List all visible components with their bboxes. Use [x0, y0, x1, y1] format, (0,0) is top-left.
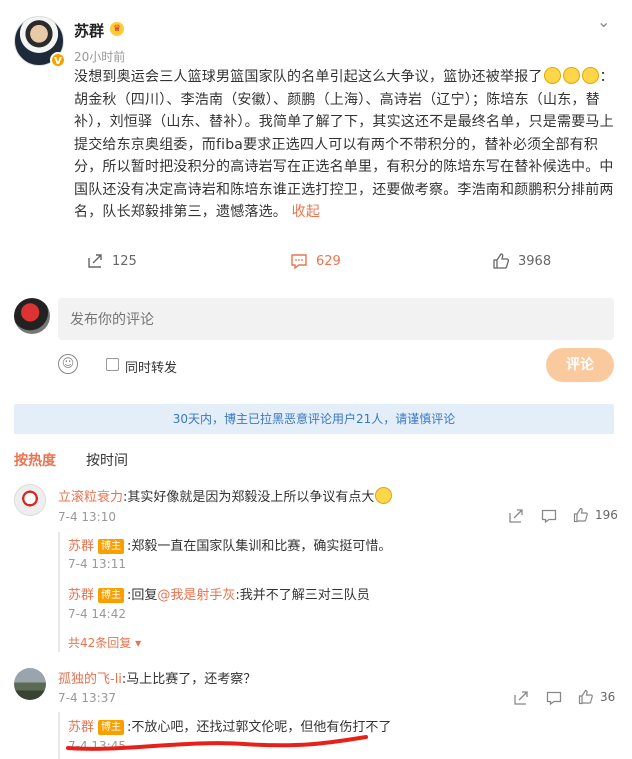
like-count: 3968 — [518, 253, 552, 269]
comment-body: :马上比赛了，还考察？ — [121, 672, 257, 687]
reply-prefix: :回复 — [127, 588, 158, 603]
repost-checkbox[interactable] — [106, 358, 119, 371]
forward-count: 125 — [112, 253, 137, 269]
share-icon[interactable] — [513, 690, 529, 710]
post-text-1: 没想到奥运会三人篮球男篮国家队的名单引起这么大争议，篮协还被举报了 — [74, 69, 543, 85]
reply-text: 苏群 博主:回复@我是射手灰:我并不了解三对三队员 — [68, 584, 370, 603]
comment-icon[interactable] — [546, 690, 562, 710]
sort-time-tab[interactable]: 按时间 — [86, 450, 128, 470]
sort-hot-tab[interactable]: 按热度 — [14, 450, 56, 470]
comment-count: 629 — [316, 253, 341, 269]
more-replies-label: 共42条回复 — [68, 636, 132, 650]
like-icon[interactable] — [578, 689, 594, 709]
comment-button[interactable]: 629 — [290, 252, 341, 270]
reply-body: :我并不了解三对三队员 — [235, 588, 370, 603]
comment-like-count: 196 — [595, 508, 618, 522]
comment-input[interactable] — [58, 298, 614, 340]
caret-down-icon: ▾ — [131, 636, 142, 650]
comment-time: 7-4 13:37 — [58, 691, 116, 705]
reply-divider — [58, 712, 60, 759]
collapse-link[interactable]: 收起 — [292, 204, 320, 220]
commenter-name[interactable]: 立滚粒衰力 — [58, 490, 123, 505]
author-tag: 博主 — [98, 588, 125, 603]
laugh-emoji-icon — [562, 67, 580, 84]
comment-body: :其实好像就是因为郑毅没上所以争议有点大 — [123, 490, 375, 505]
commenter-avatar[interactable] — [14, 668, 46, 700]
more-replies-link[interactable]: 共42条回复 ▾ — [68, 634, 141, 651]
forward-icon — [88, 254, 102, 268]
mention-link[interactable]: @我是射手灰 — [157, 588, 235, 603]
post-text-2: ：胡金秋（四川）、李浩南（安徽）、颜鹏（上海）、高诗岩（辽宁）；陈培东（山东，替… — [74, 69, 614, 220]
my-avatar — [14, 298, 50, 334]
post-time: 20小时前 — [74, 50, 126, 64]
like-icon[interactable] — [573, 507, 589, 527]
share-icon[interactable] — [508, 508, 524, 528]
like-button[interactable]: 3968 — [492, 252, 551, 270]
comment-text: 孤独的飞-li:马上比赛了，还考察？ — [58, 668, 256, 687]
reply-text: 苏群 博主:郑毅一直在国家队集训和比赛，确实挺可惜。 — [68, 535, 391, 554]
forward-button[interactable]: 125 — [86, 252, 137, 270]
reply-time: 7-4 13:11 — [68, 557, 126, 571]
commenter-avatar[interactable] — [14, 484, 46, 516]
reply-author[interactable]: 苏群 — [68, 539, 94, 554]
comment-text: 立滚粒衰力:其实好像就是因为郑毅没上所以争议有点大 — [58, 486, 393, 505]
comment-time: 7-4 13:10 — [58, 510, 116, 524]
comment-icon — [291, 254, 307, 270]
commenter-name[interactable]: 孤独的飞-li — [58, 672, 122, 687]
laugh-emoji-icon — [581, 67, 599, 84]
notice-banner: 30天内，博主已拉黑恶意评论用户21人，请谨慎评论 — [14, 404, 614, 434]
reply-time: 7-4 14:42 — [68, 607, 126, 621]
reply-divider — [58, 532, 60, 652]
reply-body: :郑毅一直在国家队集训和比赛，确实挺可惜。 — [127, 539, 392, 554]
like-icon — [493, 253, 510, 269]
verified-badge-icon: V — [50, 52, 66, 68]
vip-crown-icon: ♛ — [110, 22, 124, 36]
thinking-emoji-icon — [375, 487, 393, 504]
post-content: 没想到奥运会三人篮球男篮国家队的名单引起这么大争议，篮协还被举报了 ：胡金秋（四川… — [74, 66, 619, 224]
submit-comment-button[interactable]: 评论 — [546, 348, 614, 382]
comment-like-count: 36 — [600, 690, 616, 704]
reply-author[interactable]: 苏群 — [68, 588, 94, 603]
laugh-emoji-icon — [543, 67, 561, 84]
author-tag: 博主 — [98, 539, 125, 554]
red-underline-annotation — [66, 735, 368, 751]
author-name[interactable]: 苏群 — [74, 20, 104, 41]
comment-icon[interactable] — [541, 508, 557, 528]
chevron-down-icon[interactable]: ⌄ — [597, 12, 610, 31]
smile-icon[interactable]: ☺ — [58, 354, 78, 374]
repost-label: 同时转发 — [125, 361, 178, 376]
